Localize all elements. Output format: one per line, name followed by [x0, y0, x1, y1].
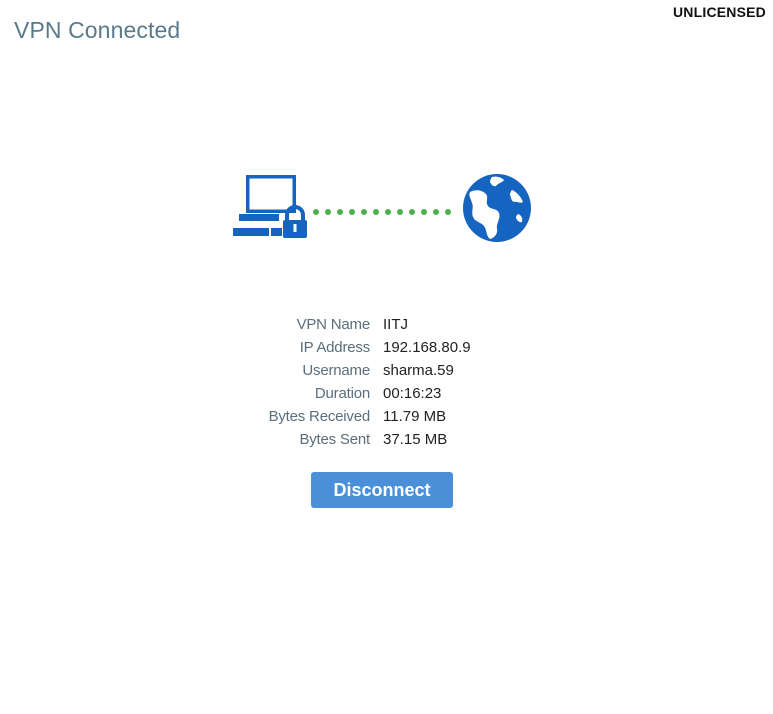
vpn-name-value: IITJ	[383, 316, 408, 333]
bytes-sent-value: 37.15 MB	[383, 431, 448, 448]
ip-address-label: IP Address	[299, 339, 370, 356]
detail-row-ip-address: IP Address 192.168.80.9	[200, 336, 580, 359]
vpn-name-label: VPN Name	[296, 316, 371, 333]
vpn-connection-graphic	[233, 174, 531, 242]
connection-link-dots	[313, 209, 451, 215]
duration-value: 00:16:23	[383, 385, 442, 402]
bytes-sent-label: Bytes Sent	[299, 431, 370, 448]
username-label: Username	[302, 362, 370, 379]
detail-row-bytes-received: Bytes Received 11.79 MB	[200, 405, 580, 428]
license-status-badge: UNLICENSED	[672, 4, 766, 20]
bytes-received-value: 11.79 MB	[383, 408, 447, 425]
detail-row-vpn-name: VPN Name IITJ	[200, 313, 580, 336]
connection-details: VPN Name IITJ IP Address 192.168.80.9 Us…	[200, 313, 580, 451]
bytes-received-label: Bytes Received	[268, 408, 371, 425]
globe-icon	[463, 174, 531, 242]
duration-label: Duration	[314, 385, 370, 402]
disconnect-button[interactable]: Disconnect	[311, 472, 453, 508]
detail-row-username: Username sharma.59	[200, 359, 580, 382]
ip-address-value: 192.168.80.9	[383, 339, 471, 356]
page-title: VPN Connected	[14, 17, 181, 43]
username-value: sharma.59	[383, 362, 454, 379]
detail-row-duration: Duration 00:16:23	[200, 382, 580, 405]
detail-row-bytes-sent: Bytes Sent 37.15 MB	[200, 428, 580, 451]
